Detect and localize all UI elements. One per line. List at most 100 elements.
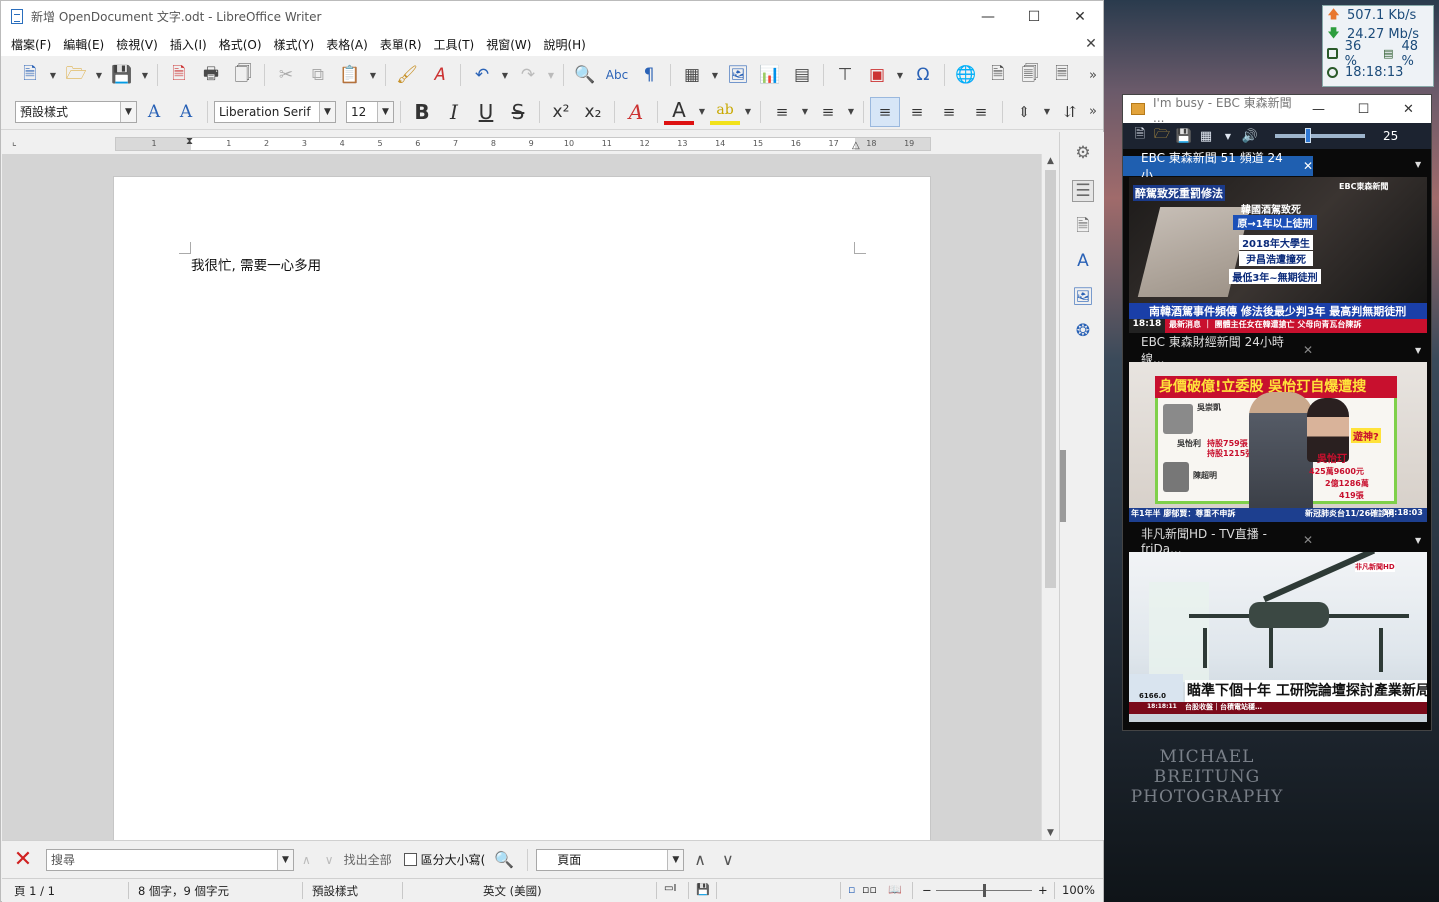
- channel-tab-3[interactable]: 非凡新聞HD - TV直播 - friDa... ✕: [1123, 527, 1313, 556]
- single-page-view-icon[interactable]: ▫: [848, 883, 855, 896]
- gallery-icon[interactable]: 🖼: [1072, 286, 1094, 308]
- font-size-combo[interactable]: 12 ▼: [346, 100, 394, 123]
- scroll-up-icon[interactable]: ▲: [1042, 156, 1059, 166]
- selection-mode-icon[interactable]: ▭I: [664, 883, 676, 894]
- layout-dropdown-icon[interactable]: ▼: [1221, 129, 1235, 143]
- navigator-icon[interactable]: ❂: [1072, 320, 1094, 342]
- save-icon[interactable]: 💾: [1176, 129, 1192, 144]
- styles-icon[interactable]: A: [1072, 250, 1094, 272]
- align-left-icon[interactable]: ≡: [870, 96, 900, 127]
- font-name-combo[interactable]: Liberation Serif ▼: [214, 100, 336, 123]
- formatting-marks-icon[interactable]: ¶: [634, 60, 664, 90]
- find-next-icon[interactable]: ∨: [325, 853, 334, 867]
- document-page[interactable]: 我很忙, 需要一心多用: [113, 176, 931, 840]
- save-icon[interactable]: 💾: [107, 60, 137, 90]
- new-dropdown-icon[interactable]: ▼: [47, 60, 59, 90]
- chevron-down-icon[interactable]: ▼: [667, 849, 684, 870]
- clear-formatting-icon[interactable]: 𝐴: [424, 60, 454, 90]
- align-right-icon[interactable]: ≡: [934, 97, 964, 127]
- document-text[interactable]: 我很忙, 需要一心多用: [191, 254, 321, 274]
- player-minimize-button[interactable]: —: [1296, 102, 1341, 117]
- hyperlink-icon[interactable]: 🌐: [951, 60, 981, 90]
- bullets-dropdown-icon[interactable]: ▼: [799, 97, 811, 127]
- menu-view[interactable]: 檢視(V): [110, 36, 164, 53]
- channel-tab-2[interactable]: EBC 東森財經新聞 24小時線... ✕: [1123, 335, 1313, 366]
- properties-icon[interactable]: ☰: [1072, 180, 1094, 202]
- page-break-icon[interactable]: ⊤: [830, 60, 860, 90]
- navigate-up-icon[interactable]: ∧: [694, 850, 706, 869]
- menu-tools[interactable]: 工具(T): [428, 36, 481, 53]
- find-replace-icon[interactable]: 🔍: [489, 845, 519, 875]
- player-close-button[interactable]: ✕: [1386, 102, 1431, 117]
- menu-table[interactable]: 表格(A): [320, 36, 374, 53]
- numbering-dropdown-icon[interactable]: ▼: [845, 97, 857, 127]
- superscript-icon[interactable]: x²: [546, 97, 576, 127]
- indent-marker-icon[interactable]: ⧗: [186, 136, 193, 147]
- document-canvas[interactable]: 我很忙, 需要一心多用: [2, 154, 1041, 840]
- field-dropdown-icon[interactable]: ▼: [894, 60, 906, 90]
- new-style-icon[interactable]: A: [171, 97, 201, 127]
- spelling-icon[interactable]: Abc: [602, 60, 632, 90]
- save-dropdown-icon[interactable]: ▼: [139, 60, 151, 90]
- export-pdf-icon[interactable]: 🗎: [164, 60, 194, 90]
- insert-textbox-icon[interactable]: ▤: [787, 60, 817, 90]
- clear-direct-formatting-icon[interactable]: A: [621, 97, 651, 127]
- line-spacing-icon[interactable]: ⇕: [1009, 97, 1039, 127]
- book-view-icon[interactable]: 📖: [888, 883, 902, 896]
- menu-form[interactable]: 表單(R): [374, 36, 428, 53]
- copy-icon[interactable]: ⧉: [303, 60, 333, 90]
- close-tab-icon[interactable]: ✕: [1303, 533, 1313, 547]
- close-find-icon[interactable]: ✕: [10, 847, 36, 873]
- print-preview-icon[interactable]: 🗍: [228, 60, 258, 90]
- comment-icon[interactable]: 🗐: [1015, 60, 1045, 90]
- paste-dropdown-icon[interactable]: ▼: [367, 60, 379, 90]
- strikethrough-icon[interactable]: S: [503, 97, 533, 127]
- scroll-down-icon[interactable]: ▼: [1042, 828, 1059, 838]
- undo-dropdown-icon[interactable]: ▼: [499, 60, 511, 90]
- special-character-icon[interactable]: Ω: [908, 60, 938, 90]
- maximize-button[interactable]: ☐: [1011, 1, 1057, 32]
- video-fin-news[interactable]: 非凡新聞HD 瞄準下個十年 工研院論壇探討產業新局 6166.0 台股收盤｜台積…: [1129, 552, 1427, 722]
- close-button[interactable]: ✕: [1057, 1, 1103, 32]
- more-options-icon[interactable]: »: [1089, 97, 1097, 127]
- print-icon[interactable]: 🖶: [196, 60, 226, 90]
- menu-format[interactable]: 格式(O): [213, 36, 268, 53]
- zoom-level[interactable]: 100%: [1062, 883, 1095, 897]
- menu-file[interactable]: 檔案(F): [5, 36, 57, 53]
- bold-icon[interactable]: B: [407, 97, 437, 127]
- match-case-checkbox[interactable]: [403, 853, 417, 866]
- close-tab-icon[interactable]: ✕: [1303, 343, 1313, 357]
- font-color-dropdown-icon[interactable]: ▼: [696, 97, 708, 127]
- insert-field-icon[interactable]: ▣: [862, 60, 892, 90]
- menu-insert[interactable]: 插入(I): [164, 36, 213, 53]
- player-maximize-button[interactable]: ☐: [1341, 102, 1386, 117]
- search-input[interactable]: 搜尋 ▼: [46, 848, 294, 871]
- page-count[interactable]: 頁 1 / 1: [14, 883, 55, 899]
- more-options-icon[interactable]: »: [1089, 60, 1097, 90]
- paragraph-spacing-icon[interactable]: ⇵: [1055, 97, 1085, 127]
- tab-menu-icon[interactable]: ▼: [1415, 346, 1421, 355]
- audio-icon[interactable]: 🔊: [1242, 129, 1258, 144]
- right-indent-marker-icon[interactable]: △: [852, 140, 860, 151]
- navigate-down-icon[interactable]: ∨: [722, 850, 734, 869]
- minimize-button[interactable]: —: [965, 1, 1011, 32]
- find-all-button[interactable]: 找出全部: [344, 851, 392, 868]
- find-previous-icon[interactable]: ∧: [302, 853, 311, 867]
- sidebar-collapse-handle[interactable]: [1060, 450, 1066, 522]
- tab-menu-icon[interactable]: ▼: [1415, 536, 1421, 545]
- insert-image-icon[interactable]: 🖼: [723, 60, 753, 90]
- undo-icon[interactable]: ↶: [467, 60, 497, 90]
- paragraph-style-combo[interactable]: 預設樣式 ▼: [15, 100, 137, 123]
- subscript-icon[interactable]: x₂: [578, 97, 608, 127]
- tab-stop-type-icon[interactable]: ⌞: [12, 137, 17, 148]
- close-tab-icon[interactable]: ✕: [1303, 159, 1313, 173]
- scrollbar-thumb[interactable]: [1045, 170, 1056, 588]
- line-spacing-dropdown-icon[interactable]: ▼: [1041, 97, 1053, 127]
- footnote-icon[interactable]: 🗎: [983, 60, 1013, 90]
- video-ebc-news[interactable]: 醉駕致死重罰修法 EBC東森新聞 韓國酒駕致死 原→1年以上徒刑 2018年大學…: [1129, 177, 1427, 333]
- word-count[interactable]: 8 個字，9 個字元: [138, 883, 229, 899]
- update-style-icon[interactable]: A: [139, 97, 169, 127]
- zoom-in-icon[interactable]: +: [1038, 883, 1048, 897]
- channel-tab-1[interactable]: EBC 東森新聞 51 頻道 24 小... ✕: [1123, 151, 1313, 182]
- tab-menu-icon[interactable]: ▼: [1415, 160, 1421, 169]
